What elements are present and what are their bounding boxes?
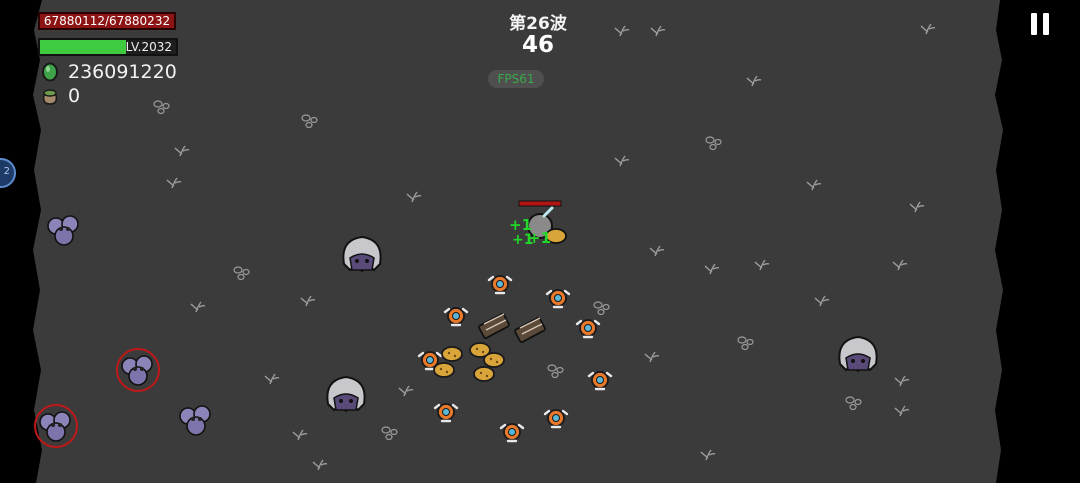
coin-counter: 236091220: [40, 61, 177, 83]
bag-counter: 0: [40, 85, 80, 107]
side-button-text: 2: [3, 166, 10, 177]
bag-value: 0: [68, 85, 81, 107]
green-gem-icon: [42, 62, 58, 82]
pause-icon-bar: [1043, 13, 1049, 35]
ghost-enemy: [342, 236, 382, 272]
wave-timer: 46: [521, 32, 554, 58]
health-bar: 67880112/67880232: [38, 12, 176, 30]
health-text: 67880112/67880232: [43, 14, 171, 28]
coin-value: 236091220: [68, 61, 177, 83]
experience-bar: LV.2032: [38, 38, 178, 56]
pause-button[interactable]: [1026, 10, 1054, 40]
fps-counter: FPS61: [488, 70, 544, 88]
pause-icon: [1031, 13, 1037, 35]
ghost-enemy: [326, 376, 366, 412]
ghost-enemy: [838, 336, 878, 372]
wave-label: 第26波: [509, 14, 567, 34]
game-screen: 67880112/67880232 LV.2032 236091220 0 第2…: [0, 0, 1080, 483]
level-text: LV.2032: [125, 40, 172, 54]
experience-fill: [40, 40, 126, 54]
heal-popup: +1: [512, 232, 534, 248]
loot-bag-icon: [42, 89, 58, 105]
